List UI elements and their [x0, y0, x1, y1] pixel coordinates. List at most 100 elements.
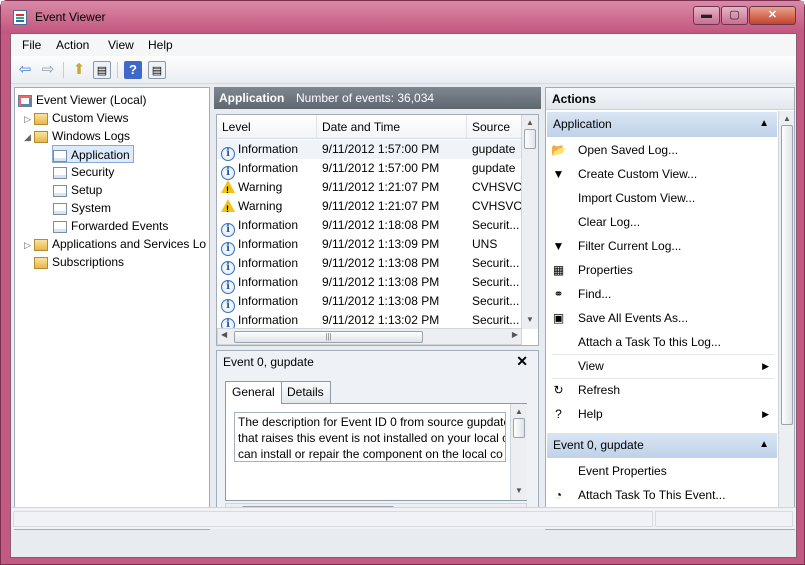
actions-section-header[interactable]: Application ▲	[547, 112, 777, 137]
column-header-level[interactable]: Level	[217, 115, 317, 139]
minimize-button[interactable]: ▬	[693, 6, 720, 25]
cell-datetime: 9/11/2012 1:21:07 PM	[322, 180, 440, 194]
close-button[interactable]: ✕	[749, 6, 796, 25]
cell-level: Information	[238, 161, 299, 175]
tree-item-root[interactable]: Event Viewer (Local)	[18, 91, 147, 109]
action-create-custom-view[interactable]: ▼ Create Custom View...	[547, 163, 777, 185]
back-icon[interactable]: ⇦	[16, 61, 34, 79]
action-label: Event Properties	[578, 464, 667, 478]
tree-item-label: Event Viewer (Local)	[36, 93, 147, 107]
table-row[interactable]: i Information 9/11/2012 1:18:08 PM Securit.…	[217, 216, 522, 237]
log-title: Application	[219, 91, 285, 105]
tree-item-setup[interactable]: Setup	[53, 181, 102, 199]
binoculars-icon: ⚭	[553, 287, 564, 301]
tab-general[interactable]: General	[225, 381, 282, 404]
tree-item-system[interactable]: System	[53, 199, 111, 217]
show-hide-tree-icon[interactable]: ▤	[93, 61, 111, 79]
scrollbar-thumb[interactable]: |||	[234, 331, 423, 343]
help-icon[interactable]: ?	[124, 61, 142, 79]
action-filter-current-log[interactable]: ▼ Filter Current Log...	[547, 235, 777, 257]
action-attach-task-to-this-event[interactable]: ◔ Attach Task To This Event...	[547, 484, 777, 506]
maximize-button[interactable]: ▢	[721, 6, 748, 25]
action-help[interactable]: ? Help ▶	[547, 403, 777, 425]
action-label: Find...	[578, 287, 612, 301]
tree-item-security[interactable]: Security	[53, 163, 114, 181]
scroll-up-icon[interactable]: ▲	[515, 407, 523, 416]
scrollbar-thumb[interactable]	[781, 125, 793, 425]
client-area: File Action View Help ⇦ ⇨ ⬆ ▤ ? ▤ Event …	[10, 33, 797, 558]
action-properties[interactable]: ▦ Properties	[547, 259, 777, 281]
submenu-arrow-icon: ▶	[762, 409, 769, 419]
grid-horizontal-scrollbar[interactable]: ◀ ||| ▶	[217, 328, 522, 345]
menu-help[interactable]: Help	[148, 38, 173, 52]
action-import-custom-view[interactable]: Import Custom View...	[547, 187, 777, 209]
action-open-saved-log[interactable]: 📂 Open Saved Log...	[547, 139, 777, 161]
menu-action[interactable]: Action	[56, 38, 89, 52]
scroll-up-icon[interactable]: ▲	[526, 118, 534, 127]
table-row[interactable]: i Information 9/11/2012 1:13:09 PM UNS	[217, 235, 522, 256]
description-line: that raises this event is not installed …	[238, 431, 506, 445]
collapse-arrow-icon[interactable]: ▲	[759, 433, 769, 457]
collapse-arrow-icon[interactable]: ▲	[759, 112, 769, 136]
tree-item-custom-views[interactable]: ▷ Custom Views	[24, 109, 128, 127]
description-line: The description for Event ID 0 from sour…	[238, 415, 506, 429]
filter-icon: ▼	[552, 167, 565, 181]
forward-icon[interactable]: ⇨	[39, 61, 57, 79]
detail-vertical-scrollbar[interactable]: ▲ ▼	[510, 404, 527, 500]
actions-section-header[interactable]: Event 0, gupdate ▲	[547, 433, 777, 458]
action-clear-log[interactable]: Clear Log...	[547, 211, 777, 233]
table-row[interactable]: i Information 9/11/2012 1:57:00 PM gupdate	[217, 159, 522, 180]
table-row[interactable]: Warning 9/11/2012 1:21:07 PM CVHSVC	[217, 197, 522, 216]
table-row[interactable]: i Information 9/11/2012 1:57:00 PM gupdate	[217, 140, 522, 161]
column-header-source[interactable]: Source	[467, 115, 522, 139]
show-hide-action-pane-icon[interactable]: ▤	[148, 61, 166, 79]
collapse-arrow-icon[interactable]: ◢	[24, 128, 34, 146]
action-refresh[interactable]: ↻ Refresh	[547, 379, 777, 401]
action-view[interactable]: View ▶	[547, 355, 777, 377]
cell-level: Information	[238, 142, 299, 156]
expand-arrow-icon[interactable]: ▷	[24, 236, 34, 254]
menu-view[interactable]: View	[108, 38, 134, 52]
action-save-all-events-as[interactable]: ▣ Save All Events As...	[547, 307, 777, 329]
title-bar[interactable]: Event Viewer ▬ ▢ ✕	[1, 1, 804, 33]
section-title: Event 0, gupdate	[553, 438, 644, 452]
cell-source: gupdate	[472, 161, 516, 175]
action-event-properties[interactable]: Event Properties	[547, 460, 777, 482]
folder-icon	[34, 238, 48, 251]
submenu-arrow-icon: ▶	[762, 361, 769, 371]
folder-icon	[34, 130, 48, 143]
actions-vertical-scrollbar[interactable]: ▲	[778, 111, 794, 529]
tab-details[interactable]: Details	[280, 381, 331, 403]
tree-item-windows-logs[interactable]: ◢ Windows Logs	[24, 127, 130, 145]
scroll-up-icon[interactable]: ▲	[783, 114, 791, 123]
close-icon[interactable]: ✕	[516, 353, 528, 370]
grid-vertical-scrollbar[interactable]: ▲ ▼	[521, 115, 538, 329]
tree-item-forwarded-events[interactable]: Forwarded Events	[53, 217, 168, 235]
table-row[interactable]: i Information 9/11/2012 1:13:08 PM Securit.…	[217, 273, 522, 294]
cell-level: Information	[238, 218, 299, 232]
tree-item-subscriptions[interactable]: Subscriptions	[34, 253, 124, 271]
tree-item-application[interactable]: Application	[52, 145, 134, 163]
scrollbar-thumb[interactable]	[513, 418, 525, 438]
scroll-down-icon[interactable]: ▼	[526, 315, 534, 324]
scroll-right-icon[interactable]: ▶	[512, 330, 518, 339]
action-attach-a-task-to-this-log[interactable]: Attach a Task To this Log...	[547, 331, 777, 353]
up-folder-icon[interactable]: ⬆	[70, 61, 88, 79]
log-header: Application Number of events: 36,034	[214, 87, 541, 109]
expand-arrow-icon[interactable]: ▷	[24, 110, 34, 128]
table-row[interactable]: i Information 9/11/2012 1:13:08 PM Securit.…	[217, 292, 522, 313]
tree-item-label: Custom Views	[52, 111, 129, 125]
action-find[interactable]: ⚭ Find...	[547, 283, 777, 305]
action-label: Clear Log...	[578, 215, 641, 229]
event-description[interactable]: The description for Event ID 0 from sour…	[234, 412, 506, 462]
tree-item-applications-and-services[interactable]: ▷ Applications and Services Lo	[24, 235, 206, 253]
column-header-date-and-time[interactable]: Date and Time	[317, 115, 467, 139]
scrollbar-thumb[interactable]	[524, 129, 536, 149]
open-folder-icon: 📂	[551, 143, 566, 157]
table-row[interactable]: i Information 9/11/2012 1:13:08 PM Securit.…	[217, 254, 522, 275]
menu-file[interactable]: File	[22, 38, 41, 52]
scroll-left-icon[interactable]: ◀	[221, 330, 227, 339]
table-row[interactable]: Warning 9/11/2012 1:21:07 PM CVHSVC	[217, 178, 522, 197]
cell-source: CVHSVC	[472, 180, 522, 194]
scroll-down-icon[interactable]: ▼	[515, 486, 523, 495]
